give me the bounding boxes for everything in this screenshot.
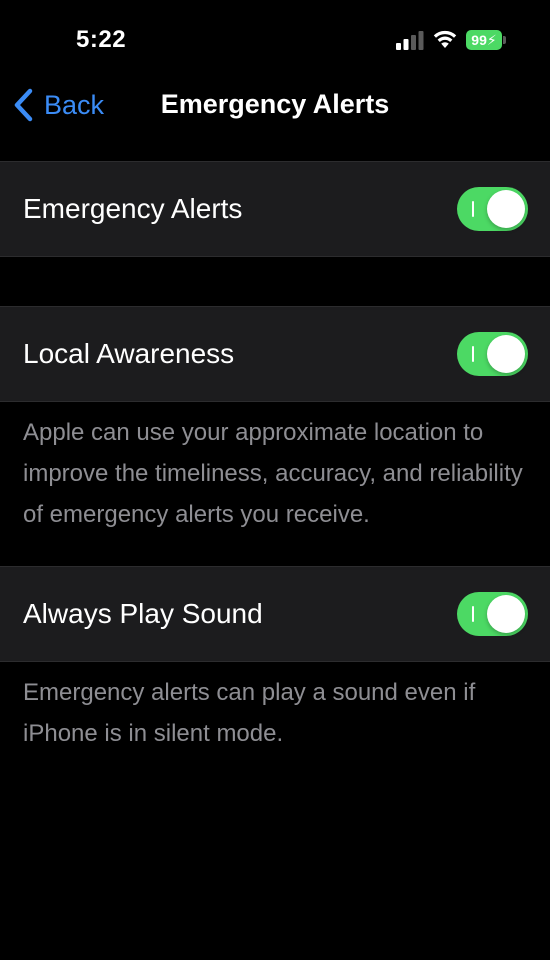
- toggle-knob: [487, 190, 525, 228]
- emergency-alerts-group: Emergency Alerts: [0, 161, 550, 257]
- always-play-sound-label: Always Play Sound: [23, 598, 263, 629]
- status-time: 5:22: [76, 26, 127, 53]
- local-awareness-toggle[interactable]: [457, 332, 528, 376]
- emergency-alerts-toggle[interactable]: [457, 187, 528, 231]
- always-play-sound-footnote: Emergency alerts can play a sound even i…: [23, 679, 476, 747]
- always-play-sound-toggle[interactable]: [457, 592, 528, 636]
- toggle-on-indicator: [472, 201, 474, 217]
- toggle-on-indicator: [472, 346, 474, 362]
- status-bar: 5:22 99⚡: [0, 0, 550, 80]
- back-button[interactable]: Back: [10, 80, 104, 130]
- toggle-on-indicator: [472, 606, 474, 622]
- local-awareness-footnote: Apple can use your approximate location …: [23, 419, 523, 528]
- signal-icon: [396, 31, 424, 50]
- wifi-icon: [433, 30, 457, 48]
- local-awareness-label: Local Awareness: [23, 338, 235, 369]
- local-awareness-group: Local Awareness: [0, 306, 550, 402]
- battery-icon: 99⚡: [466, 30, 506, 50]
- local-awareness-row: Local Awareness: [0, 307, 550, 401]
- navigation-bar: Back Emergency Alerts: [0, 80, 550, 130]
- emergency-alerts-label: Emergency Alerts: [23, 193, 243, 224]
- charging-bolt-icon: ⚡: [486, 32, 497, 48]
- back-label: Back: [44, 89, 105, 120]
- always-play-sound-group: Always Play Sound: [0, 566, 550, 662]
- battery-tip: [503, 36, 506, 44]
- emergency-alerts-row: Emergency Alerts: [0, 162, 550, 256]
- toggle-knob: [487, 595, 525, 633]
- chevron-left-icon: [14, 88, 33, 122]
- toggle-knob: [487, 335, 525, 373]
- always-play-sound-row: Always Play Sound: [0, 567, 550, 661]
- battery-level: 99⚡: [466, 30, 502, 50]
